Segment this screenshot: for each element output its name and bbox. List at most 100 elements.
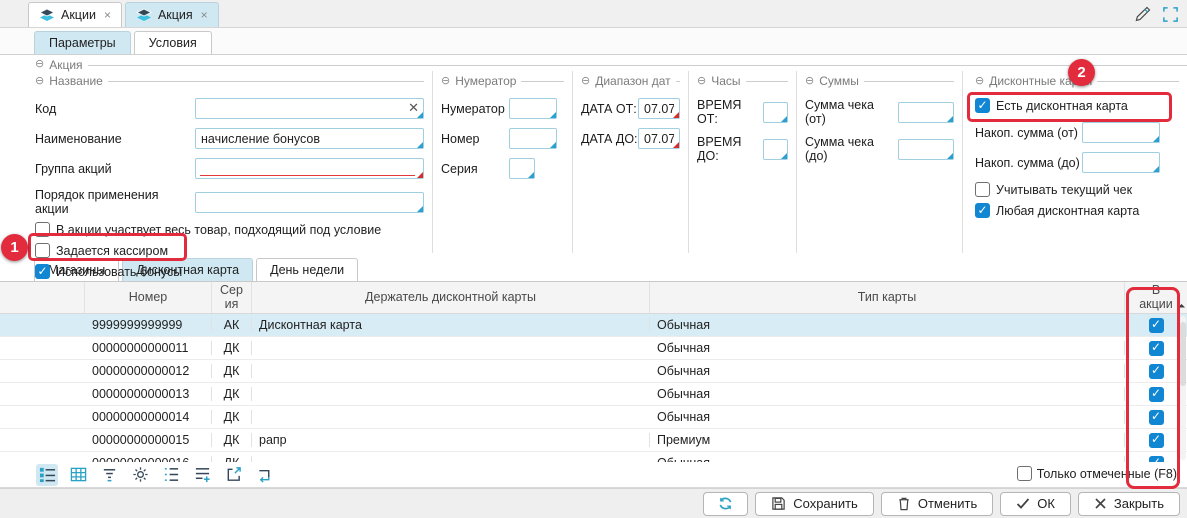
dropdown-corner-icon [947,116,953,122]
col-header-in-action[interactable]: В акции [1125,282,1187,313]
col-header-type[interactable]: Тип карты [650,282,1125,313]
kod-input[interactable]: ✕ [195,98,424,119]
numbered-list-icon[interactable] [160,464,182,486]
checkbox[interactable] [975,182,990,197]
only-checked-checkbox[interactable] [1017,466,1032,481]
table-row[interactable]: 00000000000016 ДК Обычная [0,452,1187,462]
tab-akciya[interactable]: Акция × [125,2,219,27]
in-action-checkbox[interactable] [1149,318,1164,333]
tab-akcii[interactable]: Акции × [28,2,122,27]
checkbox[interactable] [35,264,50,279]
table-row[interactable]: 9999999999999 АК Дисконтная карта Обычна… [0,314,1187,337]
gruppa-input[interactable] [195,158,424,179]
time-to-input[interactable] [763,139,788,160]
col-header-holder[interactable]: Держатель дисконтной карты [252,282,650,313]
checkbox[interactable] [35,222,50,237]
tab-close-icon[interactable]: × [104,8,111,22]
row-properties-icon[interactable] [36,464,58,486]
naimenovanie-label: Наименование [35,132,195,146]
pencil-icon[interactable] [1134,5,1152,23]
checkbox-label: Есть дисконтная карта [996,99,1128,113]
checkbox-ves-tovar[interactable]: В акции участвует весь товар, подходящий… [35,222,424,237]
numerator-input[interactable] [509,98,557,119]
collapse-icon[interactable]: ⊖ [581,76,590,87]
naimenovanie-input[interactable] [195,128,424,149]
checkbox[interactable] [35,243,50,258]
accum-sum-to-input[interactable] [1082,152,1160,173]
in-action-checkbox[interactable] [1149,341,1164,356]
naimenovanie-input-field[interactable] [196,129,423,148]
accum-sum-from-field[interactable] [1083,123,1159,142]
grid-view-icon[interactable] [67,464,89,486]
collapse-icon[interactable]: ⊖ [35,59,44,70]
check-sum-to-field[interactable] [899,140,953,159]
checkbox[interactable] [975,203,990,218]
close-button[interactable]: Закрыть [1078,492,1180,516]
tab-usloviya[interactable]: Условия [134,31,212,54]
checkbox-uchityvat-tekushchiy-chek[interactable]: Учитывать текущий чек [975,182,1179,197]
table-row[interactable]: 00000000000014 ДК Обычная [0,406,1187,429]
fullscreen-icon[interactable] [1162,6,1179,23]
accum-sum-to-field[interactable] [1083,153,1159,172]
table-header: Номер Серия Держатель дисконтной карты Т… [0,282,1187,314]
collapse-icon[interactable]: ⊖ [35,76,44,87]
filter-icon[interactable] [98,464,120,486]
check-sum-from-field[interactable] [899,103,953,122]
in-action-checkbox[interactable] [1149,387,1164,402]
vertical-scrollbar[interactable] [1180,316,1186,460]
in-action-checkbox[interactable] [1149,410,1164,425]
section-sums: ⊖ Суммы Сумма чека (от) Сумма чека (до) [797,71,963,253]
accum-sum-from-input[interactable] [1082,122,1160,143]
tab-parametry[interactable]: Параметры [34,31,131,54]
table-row[interactable]: 00000000000011 ДК Обычная [0,337,1187,360]
only-checked-filter[interactable]: Только отмеченные (F8) [1017,466,1177,481]
collapse-icon[interactable]: ⊖ [805,76,814,87]
cancel-button[interactable]: Отменить [881,492,993,516]
poryadok-input-field[interactable] [196,193,423,212]
scrollbar-thumb[interactable] [1180,322,1186,386]
cell-series: АК [212,318,252,332]
in-action-checkbox[interactable] [1149,364,1164,379]
check-sum-to-input[interactable] [898,139,954,160]
kod-label: Код [35,102,195,116]
reload-icon[interactable] [253,464,275,486]
table-row[interactable]: 00000000000012 ДК Обычная [0,360,1187,383]
settings-gear-icon[interactable] [129,464,151,486]
table-row[interactable]: 00000000000015 ДК рапр Премиум [0,429,1187,452]
collapse-icon[interactable]: ⊖ [441,76,450,87]
table-row[interactable]: 00000000000013 ДК Обычная [0,383,1187,406]
dropdown-corner-icon [417,142,423,148]
checkbox-ispolzovat-bonusy[interactable]: Использовать бонусы [35,264,424,279]
in-action-checkbox[interactable] [1149,433,1164,448]
ok-button[interactable]: ОК [1000,492,1071,516]
col-header-number[interactable]: Номер [85,282,212,313]
tab-close-icon[interactable]: × [201,8,208,22]
tab-label: Параметры [49,36,116,50]
tab-label: Акция [158,8,193,22]
save-button[interactable]: Сохранить [755,492,874,516]
grid-toolbar: Только отмеченные (F8) [0,462,1187,488]
checkbox-zadaetsya-kassirom[interactable]: Задается кассиром [35,243,424,258]
checkbox[interactable] [975,98,990,113]
refresh-button[interactable] [703,492,748,516]
checkbox-lyubaya-diskontnaya-karta[interactable]: Любая дисконтная карта [975,203,1179,218]
tab-label: Условия [149,36,197,50]
collapse-icon[interactable]: ⊖ [975,76,984,87]
add-to-list-icon[interactable] [191,464,213,486]
poryadok-input[interactable] [195,192,424,213]
check-sum-from-input[interactable] [898,102,954,123]
date-from-input[interactable] [638,98,680,119]
dropdown-corner-icon [417,172,423,178]
seriya-input[interactable] [509,158,535,179]
kod-input-field[interactable] [196,99,423,118]
cell-holder: рапр [252,433,650,447]
checkbox-est-diskontnaya-karta[interactable]: Есть дисконтная карта [975,98,1179,113]
date-to-input[interactable] [638,128,680,149]
open-external-icon[interactable] [222,464,244,486]
nomer-input[interactable] [509,128,557,149]
dropdown-corner-icon [550,142,556,148]
collapse-icon[interactable]: ⊖ [697,76,706,87]
col-header-series[interactable]: Серия [212,282,252,313]
required-underline [200,175,415,176]
time-from-input[interactable] [763,102,788,123]
